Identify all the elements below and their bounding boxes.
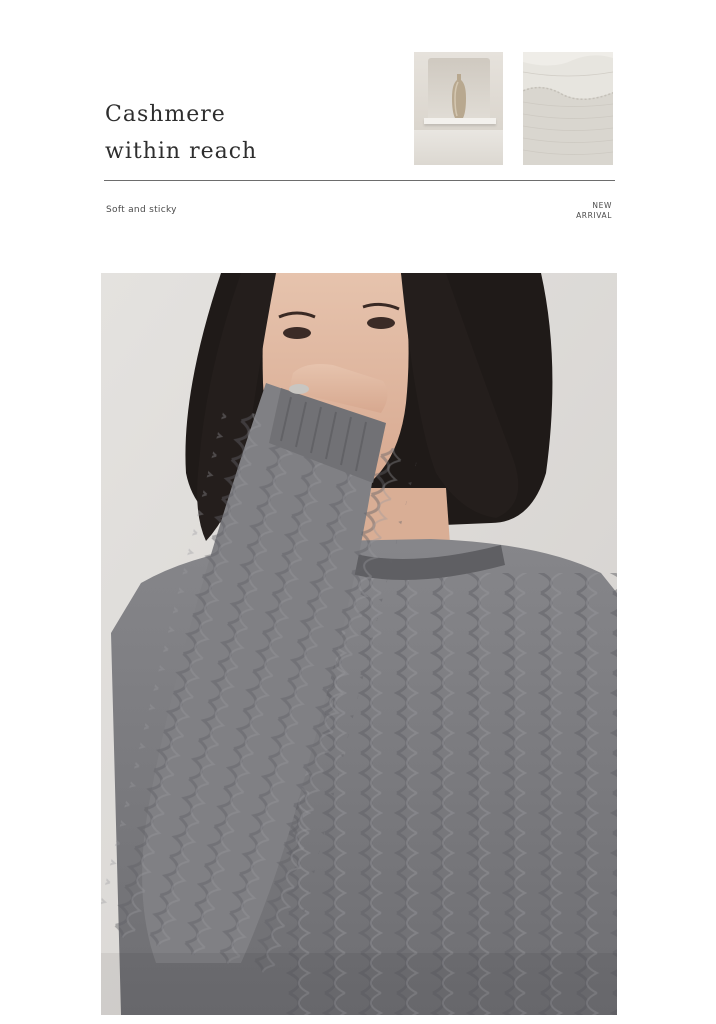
hero-photo — [101, 273, 617, 1015]
tagline: Soft and sticky — [106, 205, 177, 215]
knit-fabric-image — [523, 52, 613, 165]
new-arrival-badge: NEW ARRIVAL — [576, 201, 612, 221]
page-title: Cashmere within reach — [105, 96, 257, 170]
wall-surface — [414, 130, 503, 165]
knit-fabric-thumbnail — [523, 52, 613, 165]
badge-line-1: NEW — [592, 201, 612, 210]
vase-shelf-thumbnail — [414, 52, 503, 165]
header-divider — [104, 180, 615, 181]
title-line-1: Cashmere — [105, 102, 226, 127]
vase-image — [452, 74, 466, 118]
model-portrait-image — [101, 273, 617, 1015]
title-line-2: within reach — [105, 139, 258, 164]
badge-line-2: ARRIVAL — [576, 211, 612, 220]
shelf-ledge — [424, 118, 496, 124]
